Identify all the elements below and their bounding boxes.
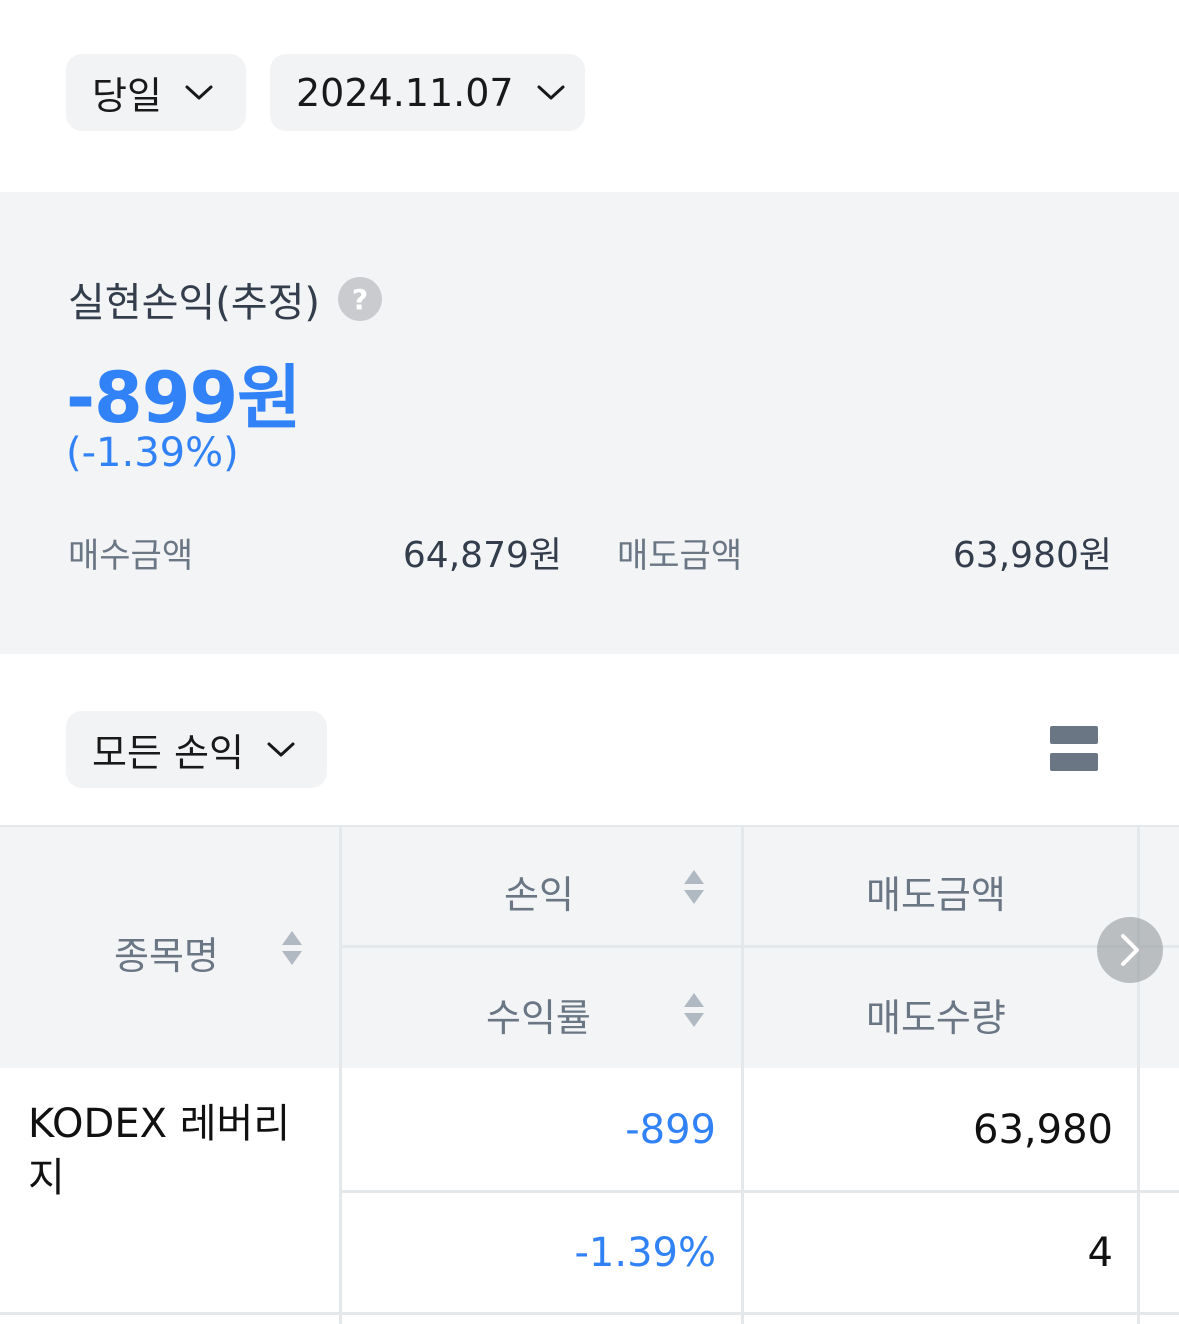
profit-amount: -899원 — [66, 357, 302, 439]
table-row-return-rate: -1.39% — [574, 1230, 716, 1276]
buy-amount-label: 매수금액 — [68, 536, 194, 576]
period-dropdown[interactable]: 당일 — [66, 54, 246, 131]
sort-updown-icon[interactable] — [282, 931, 302, 967]
table-row-sell-quantity: 4 — [1087, 1230, 1113, 1276]
question-circle-icon[interactable]: ? — [338, 277, 383, 321]
pl-table: 종목명 손익 수익률 매도금액 매도수량 KODEX 레버리지 -899 -1.… — [0, 825, 1179, 1324]
header-sell-amount: 매도금액 — [866, 873, 1006, 917]
buy-amount-value: 64,879원 — [402, 535, 562, 576]
sort-updown-icon[interactable] — [684, 993, 704, 1029]
sell-amount-label: 매도금액 — [617, 536, 743, 576]
table-row-sell-amount: 63,980 — [973, 1107, 1113, 1153]
profit-rate: (-1.39%) — [66, 430, 239, 476]
profit-filter-dropdown[interactable]: 모든 손익 — [66, 711, 327, 788]
header-name[interactable]: 종목명 — [114, 925, 219, 980]
sell-amount-value: 63,980원 — [952, 535, 1112, 576]
table-row-name[interactable]: KODEX 레버리지 — [28, 1097, 318, 1205]
date-label: 2024.11.07 — [296, 70, 514, 115]
scroll-right-button[interactable] — [1097, 917, 1163, 983]
chevron-down-icon — [184, 78, 214, 108]
summary-title: 실현손익(추정) — [68, 280, 321, 326]
header-profit[interactable]: 손익 — [504, 864, 574, 919]
layout-toggle-icon[interactable] — [1050, 726, 1098, 771]
sort-updown-icon[interactable] — [684, 870, 704, 906]
period-label: 당일 — [92, 74, 162, 118]
summary-title-row: 실현손익(추정) ? — [68, 270, 383, 328]
header-return-rate[interactable]: 수익률 — [486, 987, 591, 1042]
profit-filter-label: 모든 손익 — [92, 731, 244, 775]
chevron-right-icon — [1121, 934, 1139, 966]
table-header: 종목명 손익 수익률 매도금액 매도수량 — [0, 825, 1179, 1070]
header-sell-quantity: 매도수량 — [866, 996, 1006, 1040]
table-row-profit: -899 — [625, 1107, 716, 1153]
date-dropdown[interactable]: 2024.11.07 — [270, 54, 585, 131]
realized-pl-summary: 실현손익(추정) ? -899원 (-1.39%) 매수금액 64,879원 매… — [0, 192, 1179, 654]
chevron-down-icon — [266, 735, 296, 765]
chevron-down-icon — [536, 78, 566, 108]
